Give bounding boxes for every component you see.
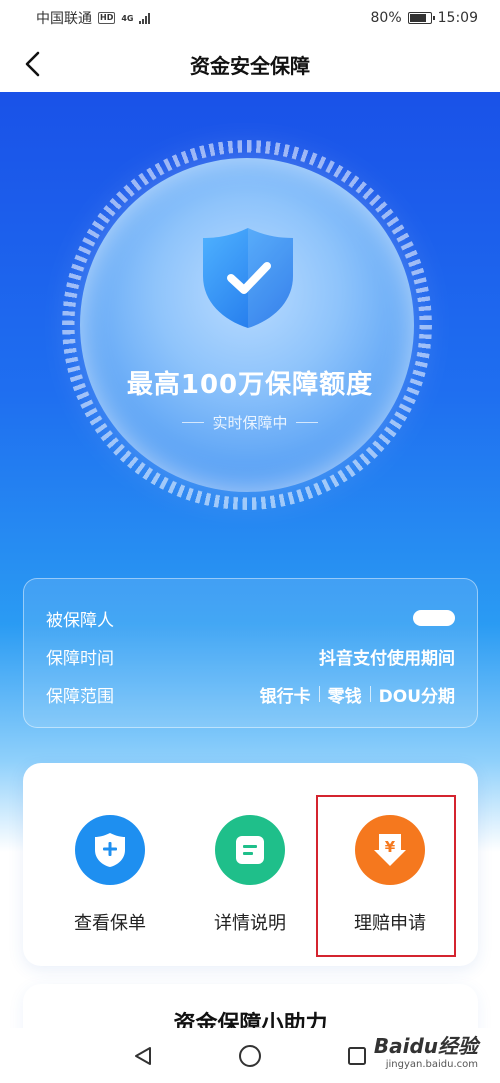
divider — [182, 422, 205, 423]
action-label: 查看保单 — [74, 913, 146, 934]
scope-item: 零钱 — [327, 686, 362, 707]
signal-icon — [139, 12, 151, 24]
shield-plus-icon — [75, 815, 145, 885]
system-home-button[interactable] — [235, 1041, 265, 1071]
info-label: 被保障人 — [46, 610, 114, 631]
hero-subtitle: 实时保障中 — [0, 412, 500, 433]
chevron-left-icon — [25, 51, 40, 77]
status-left: 中国联通 HD 4G — [36, 8, 151, 28]
details-button[interactable]: 详情说明 — [175, 763, 325, 966]
divider — [318, 686, 320, 702]
square-recents-icon — [347, 1046, 366, 1065]
action-card: 查看保单 详情说明 ¥ 理赔申请 — [23, 763, 478, 966]
hero-section: 最高100万保障额度 实时保障中 — [0, 92, 500, 852]
info-row-scope: 保障范围 银行卡 零钱 DOU分期 — [46, 675, 455, 713]
status-right: 80% 15:09 — [371, 10, 478, 26]
status-bar: 中国联通 HD 4G 80% 15:09 — [0, 0, 500, 36]
document-icon — [215, 815, 285, 885]
page-title: 资金安全保障 — [190, 53, 310, 78]
view-policy-button[interactable]: 查看保单 — [35, 763, 185, 966]
back-button[interactable] — [16, 48, 48, 80]
clock: 15:09 — [437, 10, 478, 26]
divider — [369, 686, 371, 702]
info-label: 保障时间 — [46, 648, 114, 669]
network-type: 4G — [121, 13, 134, 23]
info-value-scope: 银行卡 零钱 DOU分期 — [260, 682, 455, 707]
hero-subtitle-text: 实时保障中 — [212, 414, 288, 432]
battery-percent: 80% — [370, 10, 402, 26]
battery-icon — [407, 12, 435, 24]
circle-home-icon — [238, 1044, 261, 1067]
info-value: 抖音支付使用期间 — [319, 648, 455, 669]
masked-insured-name — [413, 610, 455, 626]
system-recents-button[interactable] — [342, 1041, 372, 1071]
carrier-label: 中国联通 — [36, 11, 92, 27]
scope-item: DOU分期 — [378, 686, 455, 707]
info-row-period: 保障时间 抖音支付使用期间 — [46, 637, 455, 675]
info-label: 保障范围 — [46, 686, 114, 707]
triangle-back-icon — [135, 1046, 152, 1065]
shield-check-icon — [203, 228, 293, 328]
highlight-annotation-box — [316, 795, 456, 957]
divider — [295, 422, 318, 423]
watermark-sub: jingyan.baidu.com — [385, 1059, 478, 1070]
baidu-watermark: Baidu经验 jingyan.baidu.com — [374, 1030, 478, 1070]
hd-badge: HD — [98, 12, 116, 24]
hero-title: 最高100万保障额度 — [126, 370, 374, 400]
scope-item: 银行卡 — [259, 686, 311, 707]
coverage-info-card: 被保障人 保障时间 抖音支付使用期间 保障范围 银行卡 零钱 DOU分期 — [23, 578, 478, 728]
action-label: 详情说明 — [214, 913, 286, 934]
watermark-main: Baidu经验 — [373, 1034, 478, 1058]
system-back-button[interactable] — [128, 1041, 158, 1071]
nav-bar: 资金安全保障 — [0, 36, 500, 92]
info-row-insured: 被保障人 — [46, 599, 455, 637]
